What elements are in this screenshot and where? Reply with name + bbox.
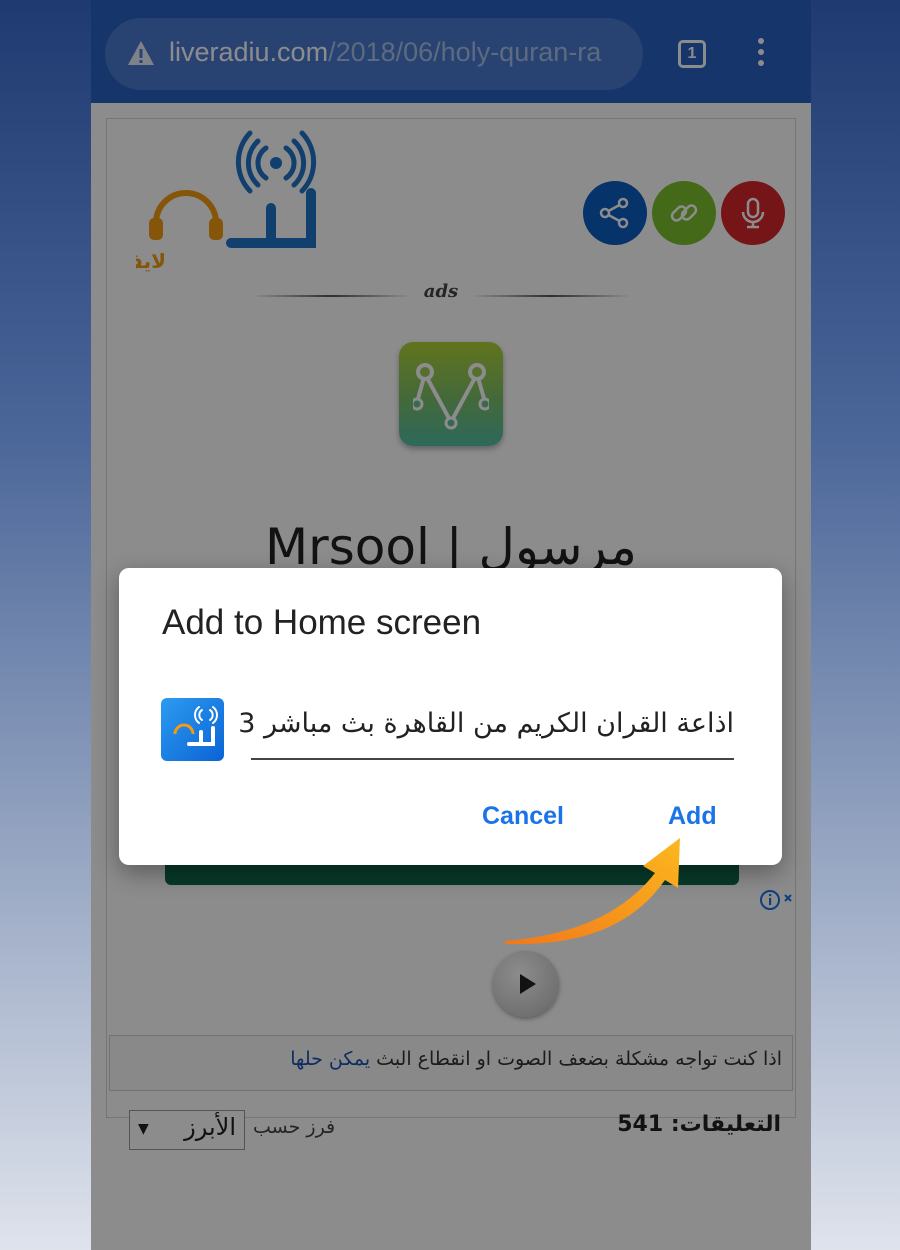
radio-logo-icon bbox=[173, 706, 218, 746]
add-to-home-dialog: Add to Home screen اذاعة القران الكريم م… bbox=[119, 568, 782, 865]
dialog-title: Add to Home screen bbox=[162, 603, 482, 642]
cancel-button[interactable]: Cancel bbox=[482, 802, 564, 831]
shortcut-name-input[interactable]: اذاعة القران الكريم من القاهرة بث مباشر … bbox=[238, 700, 734, 760]
annotation-arrow-icon bbox=[505, 838, 680, 945]
add-button[interactable]: Add bbox=[668, 802, 717, 831]
shortcut-name-value: اذاعة القران الكريم من القاهرة بث مباشر … bbox=[238, 708, 734, 739]
shortcut-app-icon bbox=[161, 698, 224, 761]
